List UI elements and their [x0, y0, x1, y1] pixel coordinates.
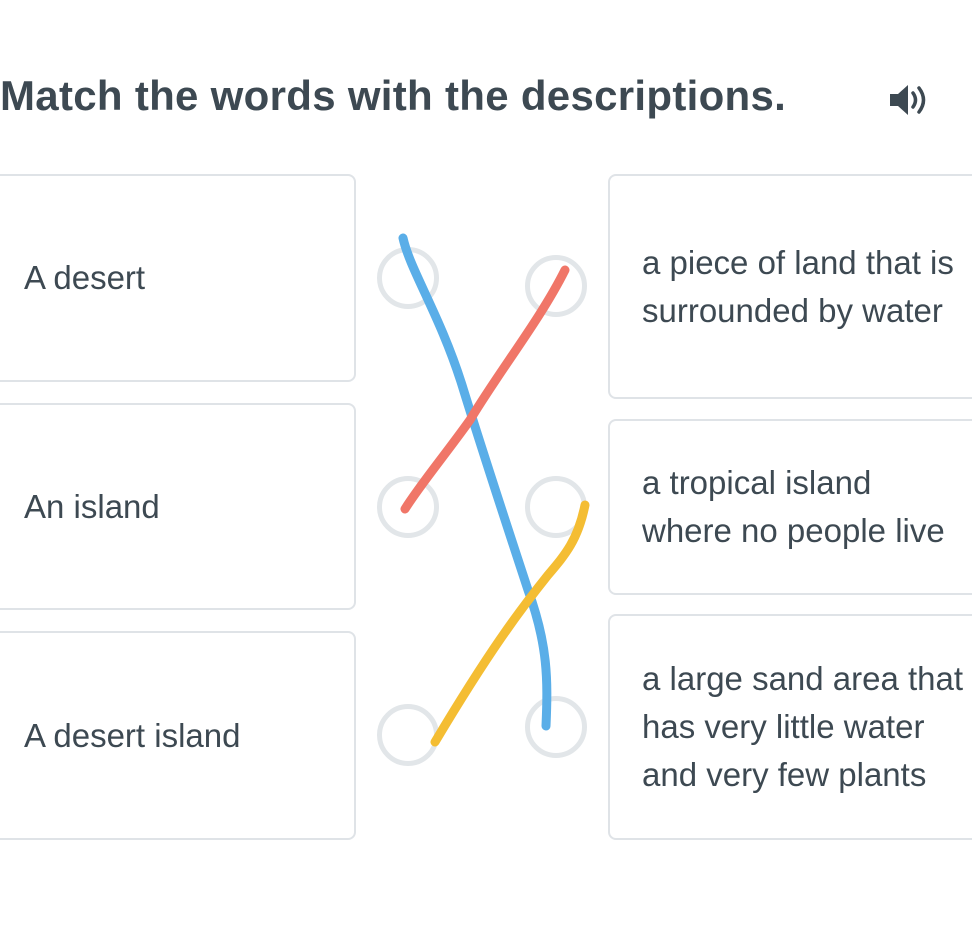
left-connector-dot-2[interactable] — [377, 476, 439, 538]
description-label: a large sand area that has very little w… — [642, 660, 964, 793]
right-connector-dot-2[interactable] — [525, 476, 587, 538]
right-connector-dot-3[interactable] — [525, 696, 587, 758]
word-label: An island — [24, 487, 160, 525]
description-card-1[interactable]: a piece of land that is surrounded by wa… — [608, 174, 972, 399]
word-label: A desert — [24, 259, 146, 296]
description-card-3[interactable]: a large sand area that has very little w… — [608, 614, 972, 840]
description-card-2[interactable]: a tropical island where no people live — [608, 419, 972, 595]
word-label: A desert island — [24, 716, 241, 754]
word-card-island[interactable]: An island — [0, 403, 356, 610]
left-connector-dot-1[interactable] — [377, 247, 439, 309]
word-card-desert[interactable]: A desert — [0, 174, 356, 382]
right-connector-dot-1[interactable] — [525, 255, 587, 317]
description-label: a piece of land that is surrounded by wa… — [642, 243, 954, 329]
left-connector-dot-3[interactable] — [377, 704, 439, 766]
page-title: Match the words with the descriptions. — [0, 72, 787, 119]
description-label: a tropical island where no people live — [642, 464, 945, 549]
speaker-icon[interactable] — [886, 80, 932, 120]
word-card-desert-island[interactable]: A desert island — [0, 631, 356, 840]
